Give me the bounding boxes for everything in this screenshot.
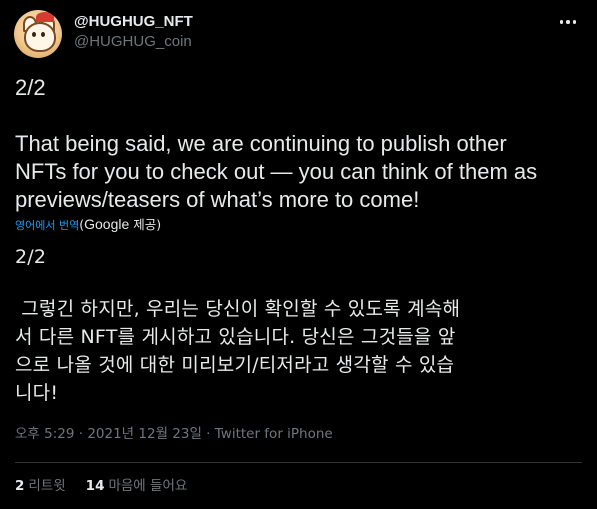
retweets-count: 2 <box>15 478 25 494</box>
retweets-label: 리트윗 <box>28 478 66 494</box>
more-dot <box>572 20 577 24</box>
tweet-header: @HUGHUG_NFT @HUGHUG_coin <box>14 10 584 60</box>
avatar[interactable] <box>14 10 62 58</box>
tweet-meta: 오후 5:29 · 2021년 12월 23일 · Twitter for iP… <box>15 424 333 444</box>
translated-text-paragraph-1: 2/2 <box>15 246 47 268</box>
tweet-stats: 2 리트윗 14 마음에 들어요 <box>15 476 187 496</box>
author-handle[interactable]: @HUGHUG_coin <box>74 32 193 52</box>
avatar-face <box>24 22 56 52</box>
likes-stat[interactable]: 14 마음에 들어요 <box>86 476 188 496</box>
translation-attribution: 영어에서 번역(Google 제공) <box>15 215 161 235</box>
more-horizontal-icon[interactable] <box>556 12 580 32</box>
avatar-eye-left <box>32 32 36 37</box>
translated-text-paragraph-2: 그렇긴 하지만, 우리는 당신이 확인할 수 있도록 계속해 서 다른 NFT를… <box>15 298 461 404</box>
google-logo: Google <box>84 216 130 232</box>
tweet-source[interactable]: Twitter for iPhone <box>215 426 333 442</box>
meta-separator: · <box>201 426 215 442</box>
likes-count: 14 <box>85 478 105 494</box>
tweet-text-paragraph-2: That being said, we are continuing to pu… <box>15 131 538 212</box>
divider <box>15 462 582 463</box>
more-dot <box>559 20 564 24</box>
author-names: @HUGHUG_NFT @HUGHUG_coin <box>74 12 193 52</box>
tweet-text-paragraph-1: 2/2 <box>15 75 46 100</box>
provider-suffix: 제공) <box>129 217 162 232</box>
translate-link[interactable]: 영어에서 번역 <box>15 219 79 232</box>
timestamp[interactable]: 오후 5:29 · 2021년 12월 23일 <box>15 426 202 442</box>
author-display-name[interactable]: @HUGHUG_NFT <box>74 12 193 32</box>
tweet: @HUGHUG_NFT @HUGHUG_coin 2/2 That being … <box>0 0 597 509</box>
retweets-stat[interactable]: 2 리트윗 <box>15 476 66 496</box>
avatar-eye-right <box>41 32 45 37</box>
more-dot <box>566 20 570 24</box>
likes-label: 마음에 들어요 <box>108 478 188 494</box>
avatar-santa-hat <box>36 12 54 22</box>
